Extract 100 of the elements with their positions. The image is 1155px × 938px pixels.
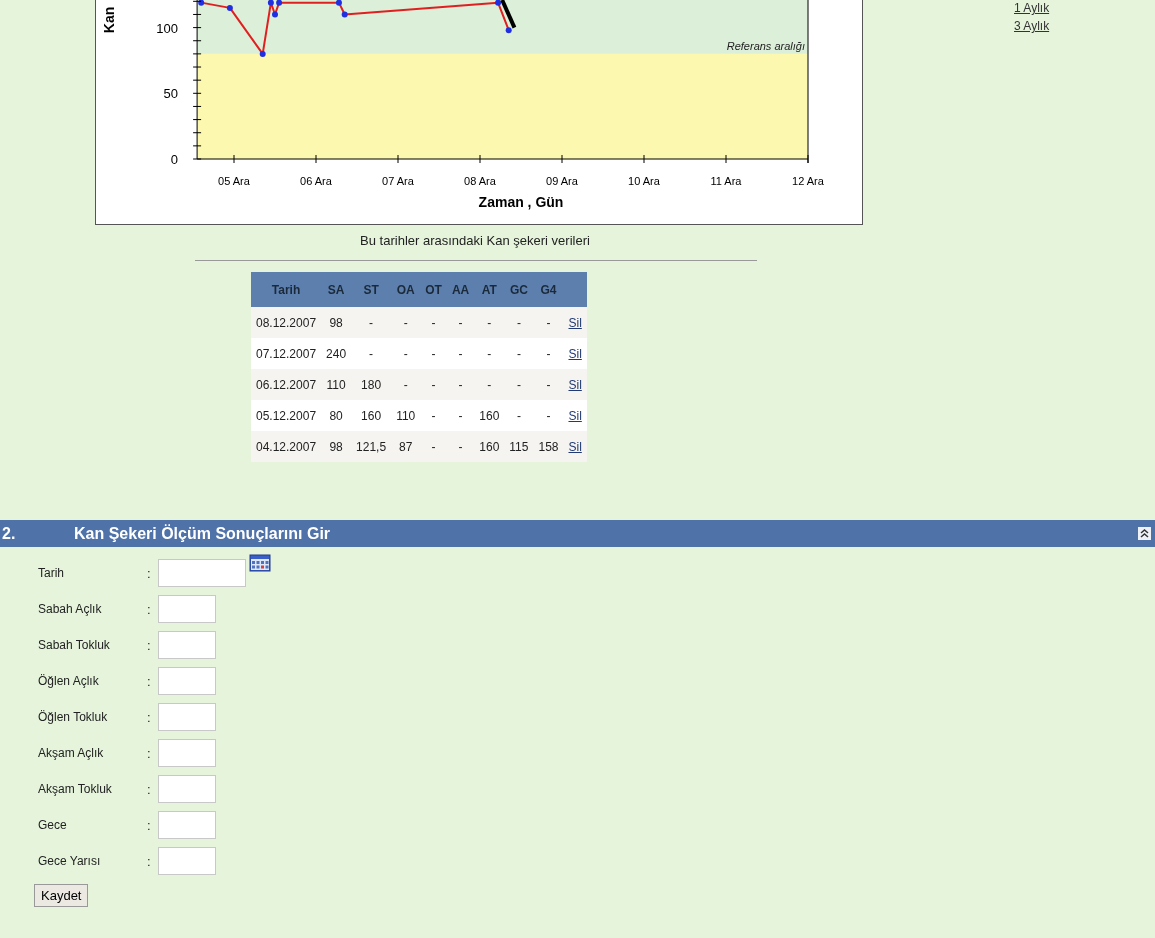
delete-link[interactable]: Sil bbox=[568, 346, 582, 361]
table-cell: - bbox=[446, 400, 475, 431]
table-cell: - bbox=[504, 369, 534, 400]
field-label: Tarih bbox=[38, 566, 65, 580]
y-tick-label: 50 bbox=[163, 86, 178, 102]
table-cell: 115 bbox=[504, 431, 534, 462]
save-button[interactable]: Kaydet bbox=[34, 884, 89, 907]
table-cell: 04.12.2007 bbox=[251, 431, 322, 462]
label-colon: : bbox=[147, 709, 152, 725]
calendar-icon[interactable] bbox=[249, 554, 271, 572]
field-label: Akşam Açlık bbox=[38, 746, 105, 760]
x-tick-label: 07 Ara bbox=[382, 175, 414, 187]
value-field[interactable] bbox=[158, 739, 216, 767]
table-cell: 180 bbox=[351, 369, 392, 400]
column-header: AT bbox=[474, 272, 505, 307]
table-cell: 06.12.2007 bbox=[251, 369, 322, 400]
column-header: OT bbox=[420, 272, 447, 307]
table-cell: - bbox=[446, 369, 475, 400]
table-cell: 98 bbox=[321, 431, 352, 462]
table-cell: 160 bbox=[474, 431, 505, 462]
field-label: Akşam Tokluk bbox=[38, 782, 113, 796]
table-cell: - bbox=[533, 369, 564, 400]
table-cell: 158 bbox=[533, 431, 564, 462]
table-cell: - bbox=[533, 400, 564, 431]
y-tick-label: 100 bbox=[156, 20, 178, 36]
label-colon: : bbox=[147, 853, 152, 869]
x-axis-title: Zaman , Gün bbox=[478, 194, 564, 210]
table-cell: 160 bbox=[351, 400, 392, 431]
column-header: GC bbox=[504, 272, 534, 307]
table-cell: 121,5 bbox=[351, 431, 392, 462]
table-cell: 87 bbox=[391, 431, 421, 462]
table-cell: 240 bbox=[321, 338, 352, 369]
value-field[interactable] bbox=[158, 703, 216, 731]
table-cell: 07.12.2007 bbox=[251, 338, 322, 369]
x-tick-label: 09 Ara bbox=[546, 175, 578, 187]
value-field[interactable] bbox=[158, 595, 216, 623]
column-header: G4 bbox=[533, 272, 564, 307]
value-field[interactable] bbox=[158, 811, 216, 839]
section-title: Kan Şekeri Ölçüm Sonuçlarını Gir bbox=[74, 524, 332, 543]
table-cell: - bbox=[420, 307, 447, 338]
label-colon: : bbox=[147, 673, 152, 689]
table-cell: 160 bbox=[474, 400, 505, 431]
column-header: SA bbox=[321, 272, 352, 307]
table-cell: - bbox=[504, 307, 534, 338]
table-cell: 110 bbox=[321, 369, 352, 400]
y-tick-label: 0 bbox=[170, 152, 178, 167]
x-tick-label: 05 Ara bbox=[218, 175, 250, 187]
value-field[interactable] bbox=[158, 847, 216, 875]
table-cell: - bbox=[446, 338, 475, 369]
value-field[interactable] bbox=[158, 775, 216, 803]
field-label: Öğlen Açlık bbox=[38, 674, 100, 688]
table-cell: 08.12.2007 bbox=[251, 307, 322, 338]
table-cell: - bbox=[420, 431, 447, 462]
table-caption: Bu tarihler arasındaki Kan şekeri verileri bbox=[359, 233, 591, 248]
label-colon: : bbox=[147, 637, 152, 653]
table-cell: - bbox=[474, 369, 505, 400]
column-header: AA bbox=[446, 272, 475, 307]
delete-link[interactable]: Sil bbox=[568, 439, 582, 454]
table-cell: - bbox=[420, 400, 447, 431]
table-cell: - bbox=[504, 400, 534, 431]
field-label: Gece bbox=[38, 818, 68, 832]
table-cell: 05.12.2007 bbox=[251, 400, 322, 431]
field-label: Sabah Tokluk bbox=[38, 638, 111, 652]
table-cell: - bbox=[420, 338, 447, 369]
delete-link[interactable]: Sil bbox=[568, 377, 582, 392]
table-cell: - bbox=[391, 369, 421, 400]
column-header bbox=[563, 272, 587, 307]
table-cell: - bbox=[446, 307, 475, 338]
table-cell: - bbox=[446, 431, 475, 462]
x-tick-label: 10 Ara bbox=[628, 175, 660, 187]
table-cell: - bbox=[351, 338, 392, 369]
column-header: ST bbox=[351, 272, 392, 307]
table-cell: - bbox=[391, 307, 421, 338]
x-tick-label: 11 Ara bbox=[710, 175, 742, 187]
collapse-button[interactable] bbox=[1138, 527, 1151, 540]
column-header: OA bbox=[391, 272, 421, 307]
value-field[interactable] bbox=[158, 667, 216, 695]
period-link[interactable]: 3 Aylık bbox=[1014, 19, 1050, 33]
label-colon: : bbox=[147, 745, 152, 761]
label-colon: : bbox=[147, 565, 152, 581]
table-cell: - bbox=[351, 307, 392, 338]
table-cell: - bbox=[420, 369, 447, 400]
x-tick-label: 12 Ara bbox=[792, 175, 824, 187]
period-link[interactable]: 1 Aylık bbox=[1014, 1, 1050, 15]
band-label: Referans aralığı bbox=[726, 39, 805, 52]
table-cell: 98 bbox=[321, 307, 352, 338]
column-header: Tarih bbox=[251, 272, 322, 307]
table-cell: - bbox=[474, 307, 505, 338]
date-field[interactable] bbox=[158, 559, 246, 587]
table-cell: - bbox=[504, 338, 534, 369]
delete-link[interactable]: Sil bbox=[568, 315, 582, 330]
y-axis-title: Kan bbox=[101, 6, 117, 34]
delete-link[interactable]: Sil bbox=[568, 408, 582, 423]
x-tick-label: 08 Ara bbox=[464, 175, 496, 187]
field-label: Öğlen Tokluk bbox=[38, 710, 109, 724]
table-cell: 80 bbox=[321, 400, 352, 431]
value-field[interactable] bbox=[158, 631, 216, 659]
label-colon: : bbox=[147, 601, 152, 617]
table-cell: 110 bbox=[391, 400, 421, 431]
section-number: 2. bbox=[1, 524, 17, 543]
